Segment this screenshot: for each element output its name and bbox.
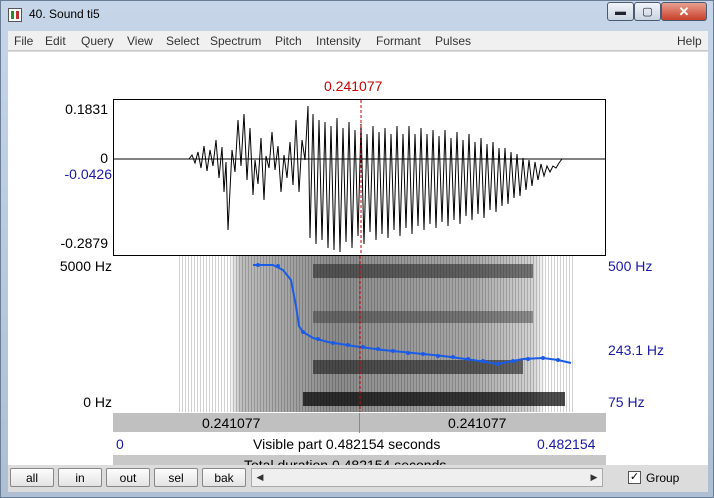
zoom-all-button[interactable]: all <box>10 468 54 487</box>
zoom-out-button[interactable]: out <box>106 468 150 487</box>
maximize-button[interactable]: ▢ <box>634 2 661 21</box>
waveform-svg <box>114 100 605 255</box>
menu-view[interactable]: View <box>127 34 153 48</box>
zoom-in-button[interactable]: in <box>58 468 102 487</box>
menu-file[interactable]: File <box>14 34 33 48</box>
menu-pulses[interactable]: Pulses <box>435 34 471 48</box>
waveform-cursor-value: -0.0426 <box>64 166 112 182</box>
menu-select[interactable]: Select <box>166 34 199 48</box>
visible-part-text: Visible part 0.482154 seconds <box>253 436 441 452</box>
spectrogram-top-freq: 5000 Hz <box>59 258 112 274</box>
pitch-top-label: 500 Hz <box>608 258 653 274</box>
pitch-bottom-label: 75 Hz <box>608 394 645 410</box>
window-title: 40. Sound ti5 <box>29 7 100 21</box>
pitch-current-label: 243.1 Hz <box>608 342 665 358</box>
waveform-zero-label: 0 <box>100 150 108 166</box>
cursor-time-label: 0.241077 <box>324 78 383 94</box>
title-bar[interactable]: 40. Sound ti5 ▬ ▢ ✕ <box>1 1 713 29</box>
window-frame: 40. Sound ti5 ▬ ▢ ✕ File Edit Query View… <box>0 0 714 498</box>
praat-app-icon <box>8 8 22 22</box>
zoom-sel-button[interactable]: sel <box>154 468 198 487</box>
menu-edit[interactable]: Edit <box>45 34 66 48</box>
horizontal-scrollbar[interactable]: ◀ ▶ <box>251 468 603 487</box>
scroll-left-icon[interactable]: ◀ <box>252 469 268 486</box>
menu-intensity[interactable]: Intensity <box>316 34 361 48</box>
waveform-min-label: -0.2879 <box>60 235 108 251</box>
menu-pitch[interactable]: Pitch <box>275 34 302 48</box>
time-bar-left: 0.241077 <box>202 415 261 431</box>
formant-band-high <box>313 264 533 278</box>
formant-band-mid <box>313 311 533 323</box>
menu-formant[interactable]: Formant <box>376 34 421 48</box>
visible-part-bar[interactable]: 0 Visible part 0.482154 seconds 0.482154 <box>113 433 606 453</box>
group-checkbox[interactable]: ✓ <box>628 471 641 484</box>
bottom-toolbar: all in out sel bak ◀ ▶ ✓ Group <box>8 465 708 492</box>
time-bar-right: 0.241077 <box>448 415 507 431</box>
menu-bar: File Edit Query View Select Spectrum Pit… <box>8 31 708 51</box>
group-label: Group <box>646 471 680 485</box>
scroll-right-icon[interactable]: ▶ <box>586 469 602 486</box>
menu-spectrum[interactable]: Spectrum <box>210 34 261 48</box>
close-button[interactable]: ✕ <box>661 2 707 21</box>
waveform-view[interactable] <box>113 99 606 256</box>
cursor-time-bar[interactable]: 0.241077 0.241077 <box>113 412 606 433</box>
waveform-max-label: 0.1831 <box>65 101 108 117</box>
client-area: File Edit Query View Select Spectrum Pit… <box>8 31 708 492</box>
spectrogram-view[interactable] <box>113 256 606 412</box>
visible-start: 0 <box>116 436 124 452</box>
menu-help[interactable]: Help <box>677 34 702 48</box>
minimize-button[interactable]: ▬ <box>607 2 634 21</box>
time-bar-divider <box>359 413 360 433</box>
spectrogram-striations <box>178 256 573 412</box>
editor-panel[interactable]: 0.241077 0.1831 0 -0.0426 -0.2879 5000 H… <box>8 52 708 474</box>
menu-query[interactable]: Query <box>81 34 114 48</box>
formant-band-f1 <box>303 392 565 406</box>
spectrogram-svg <box>113 256 606 412</box>
zoom-back-button[interactable]: bak <box>202 468 246 487</box>
waveform-trace <box>188 105 568 253</box>
spectrogram-bottom-freq: 0 Hz <box>83 394 112 410</box>
visible-end: 0.482154 <box>537 436 596 452</box>
